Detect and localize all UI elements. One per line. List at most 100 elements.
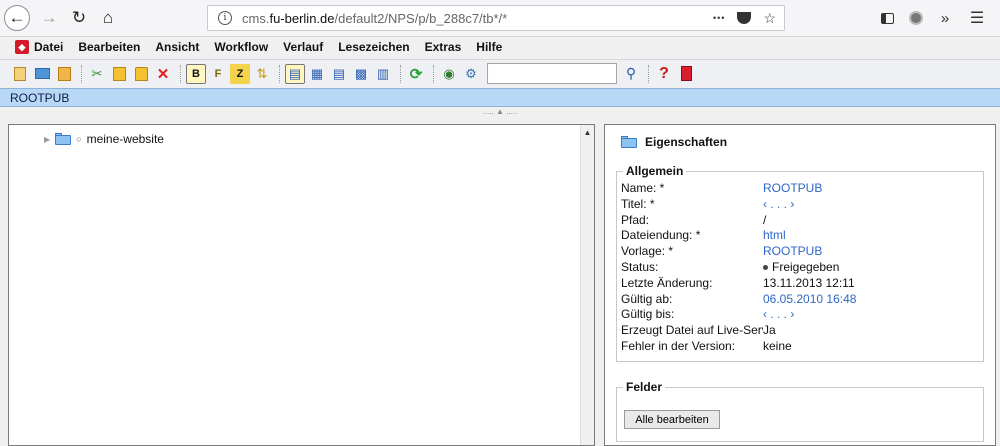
toolbar-separator (279, 64, 280, 83)
property-value: keine (763, 339, 792, 353)
url-text[interactable]: cms.fu-berlin.de/default2/NPS/p/b_288c7/… (242, 11, 507, 26)
refresh-icon[interactable]: ⟳ (406, 64, 426, 84)
forward-icon[interactable]: → (36, 5, 62, 31)
sidebar-icon[interactable] (878, 5, 896, 31)
overflow-menu-icon[interactable]: » (936, 5, 954, 31)
toolbar-search-input[interactable] (487, 63, 617, 84)
allgemein-legend: Allgemein (623, 164, 687, 178)
paste-icon[interactable] (131, 64, 151, 84)
tree-item[interactable]: ▶ ○ meine-website (44, 132, 164, 146)
property-label: Vorlage: * (621, 244, 674, 259)
tree-panel: ▶ ○ meine-website ▲ (8, 124, 595, 446)
property-value[interactable]: html (763, 228, 786, 242)
property-value[interactable]: ‹ . . . › (763, 307, 794, 321)
property-label: Pfad: (621, 212, 650, 227)
felder-legend: Felder (623, 380, 666, 394)
tree-item-label[interactable]: meine-website (87, 132, 164, 146)
property-label: Fehler in der Version: (621, 339, 736, 353)
page-actions-icon[interactable]: ••• (713, 13, 725, 23)
view-tree-icon[interactable]: ▤ (285, 63, 305, 84)
search-icon[interactable]: ⚲ (621, 64, 641, 84)
app-menubar: ◆ Datei Bearbeiten Ansicht Workflow Verl… (0, 37, 1000, 57)
panel-splitter-handle[interactable]: ..... ▲ ..... (0, 107, 1000, 119)
property-label: Gültig ab: (621, 291, 673, 306)
property-label: Erzeugt Datei auf Live-Server: (621, 323, 763, 338)
menu-verlauf[interactable]: Verlauf (283, 40, 323, 54)
view-columns-icon[interactable]: ▦ (307, 64, 327, 84)
sort-custom-icon[interactable]: ⇅ (252, 64, 272, 84)
toolbar-separator (433, 64, 434, 83)
view-grid-icon[interactable]: ▩ (351, 64, 371, 84)
new-file-icon[interactable] (10, 64, 30, 84)
upload-icon[interactable] (54, 64, 74, 84)
reload-icon[interactable]: ↻ (66, 5, 92, 31)
property-label: Letzte Änderung: (621, 275, 713, 290)
bookmark-star-icon[interactable]: ☆ (763, 10, 776, 27)
property-row: Name: * ROOTPUB (621, 181, 981, 197)
edit-all-button[interactable]: Alle bearbeiten (624, 410, 720, 429)
folder-open-icon (621, 136, 637, 148)
property-row: Gültig ab: 06.05.2010 16:48 (621, 292, 981, 308)
sort-z-icon[interactable]: Z (230, 63, 250, 84)
property-value[interactable]: ROOTPUB (763, 244, 822, 258)
menu-lesezeichen[interactable]: Lesezeichen (338, 40, 409, 54)
folder-icon (55, 133, 72, 145)
scroll-up-icon[interactable]: ▲ (581, 125, 594, 137)
hamburger-menu-icon[interactable]: ☰ (968, 5, 986, 31)
property-value[interactable]: ‹ . . . › (763, 197, 794, 211)
delete-icon[interactable]: ✕ (153, 64, 173, 84)
status-bullet-icon (763, 265, 768, 271)
view-detail-icon[interactable]: ▥ (373, 64, 393, 84)
settings-icon[interactable]: ⚙ (461, 64, 481, 84)
property-row: Titel: * ‹ . . . › (621, 197, 981, 213)
properties-title: Eigenschaften (645, 135, 728, 149)
cut-icon[interactable]: ✂ (87, 64, 107, 84)
menu-hilfe[interactable]: Hilfe (476, 40, 502, 54)
pocket-icon[interactable] (737, 12, 752, 24)
account-icon[interactable] (906, 5, 926, 31)
menu-datei[interactable]: Datei (34, 40, 63, 54)
property-row: Gültig bis: ‹ . . . › (621, 307, 981, 323)
property-row: Letzte Änderung: 13.11.2013 12:11 (621, 276, 981, 292)
site-info-icon[interactable]: i (218, 11, 232, 25)
property-value[interactable]: 06.05.2010 16:48 (763, 292, 856, 306)
app-toolbar: ✂ ✕ B F Z ⇅ ▤ ▦ ▤ ▩ ▥ ⟳ ◉ ⚙ ⚲ ? (0, 59, 1000, 87)
sort-f-icon[interactable]: F (208, 64, 228, 84)
toolbar-separator (400, 64, 401, 83)
sort-b-icon[interactable]: B (186, 63, 206, 84)
property-label: Status: (621, 260, 659, 274)
allgemein-fieldset: Allgemein Name: * ROOTPUB Titel: * ‹ . . . … (616, 164, 984, 362)
preview-icon[interactable]: ◉ (439, 64, 459, 84)
property-value: Ja (763, 323, 776, 338)
menu-extras[interactable]: Extras (425, 40, 462, 54)
menu-bearbeiten[interactable]: Bearbeiten (78, 40, 140, 54)
property-row: Vorlage: * ROOTPUB (621, 244, 981, 260)
new-folder-icon[interactable] (32, 64, 52, 84)
property-label: Gültig bis: (621, 307, 675, 322)
view-list-icon[interactable]: ▤ (329, 64, 349, 84)
toolbar-separator (648, 64, 649, 83)
property-row: Dateiendung: * html (621, 228, 981, 244)
property-row: Erzeugt Datei auf Live-Server:Ja (621, 323, 981, 339)
back-icon[interactable]: ← (4, 5, 30, 31)
property-value[interactable]: ROOTPUB (763, 181, 822, 195)
property-value: 13.11.2013 12:11 (763, 275, 855, 290)
tree-expand-icon[interactable]: ▶ (44, 135, 50, 144)
property-row: Fehler in der Version: keine (621, 339, 981, 355)
home-icon[interactable]: ⌂ (95, 5, 121, 31)
status-dot-icon: ○ (76, 134, 82, 144)
felder-fieldset: Felder Alle bearbeiten (616, 380, 984, 442)
menu-ansicht[interactable]: Ansicht (155, 40, 199, 54)
browser-toolbar: ← → ↻ ⌂ i cms.fu-berlin.de/default2/NPS/… (0, 0, 1000, 37)
property-value: Freigegeben (763, 260, 839, 274)
tree-scrollbar[interactable]: ▲ (580, 125, 594, 445)
properties-panel: Eigenschaften Allgemein Name: * ROOTPUB Ti… (604, 124, 996, 446)
toolbar-separator (81, 64, 82, 83)
copy-icon[interactable] (109, 64, 129, 84)
help-icon[interactable]: ? (654, 64, 674, 84)
current-path-bar: ROOTPUB (0, 88, 1000, 107)
url-bar[interactable]: i cms.fu-berlin.de/default2/NPS/p/b_288c… (207, 5, 785, 31)
menu-workflow[interactable]: Workflow (214, 40, 268, 54)
property-row: Status: Freigegeben (621, 260, 981, 276)
exit-icon[interactable] (676, 64, 696, 84)
